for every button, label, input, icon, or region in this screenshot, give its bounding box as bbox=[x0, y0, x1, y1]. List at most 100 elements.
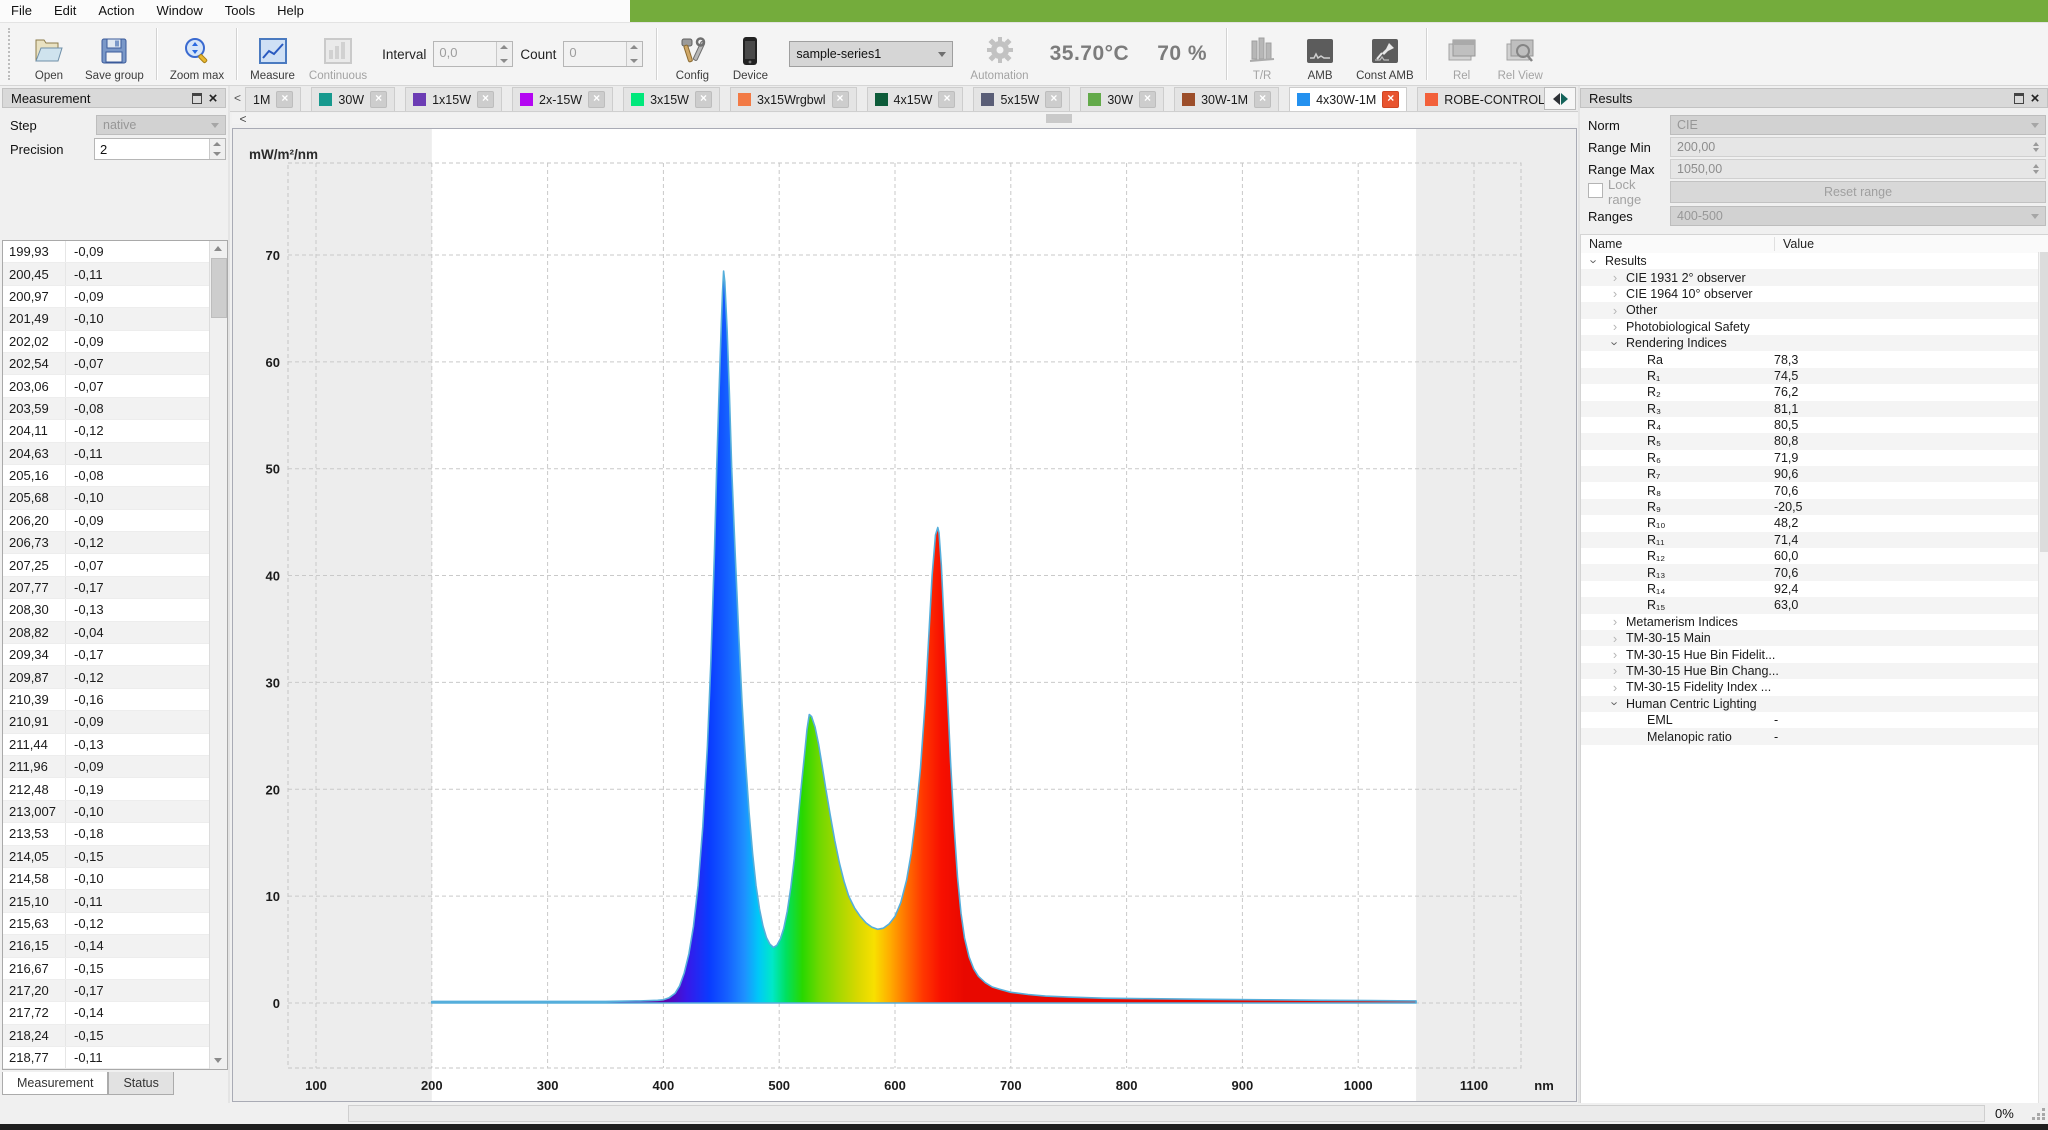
tab-30w[interactable]: 30W× bbox=[1080, 87, 1164, 111]
tree-item-metamerism-indices[interactable]: ›Metamerism Indices bbox=[1581, 614, 2048, 630]
tab-robe-control-236-[interactable]: ROBE-CONTROL-236-× bbox=[1417, 87, 1544, 111]
measurement-row[interactable]: 210,39-0,16 bbox=[3, 689, 210, 711]
series-select[interactable]: sample-series1 bbox=[789, 41, 953, 67]
measurement-row[interactable]: 219,29-0,10 bbox=[3, 1069, 210, 1070]
spinner-arrows-icon[interactable] bbox=[2033, 164, 2039, 174]
tree-item-photobiological-safety[interactable]: ›Photobiological Safety bbox=[1581, 319, 2048, 335]
count-input[interactable]: 0 bbox=[563, 41, 643, 67]
continuous-button[interactable]: Continuous bbox=[302, 24, 374, 84]
save-group-button[interactable]: Save group bbox=[78, 24, 151, 84]
ranges-select[interactable]: 400-500 bbox=[1670, 206, 2046, 226]
panel-splitter[interactable] bbox=[228, 86, 230, 1124]
measurement-row[interactable]: 213,007-0,10 bbox=[3, 801, 210, 823]
measurement-row[interactable]: 218,77-0,11 bbox=[3, 1047, 210, 1069]
tr-button[interactable]: T/R bbox=[1233, 24, 1291, 84]
tab-close-button[interactable]: × bbox=[1254, 91, 1271, 108]
const-amb-button[interactable]: Const AMB bbox=[1349, 24, 1421, 84]
tab-close-button[interactable]: × bbox=[832, 91, 849, 108]
measurement-row[interactable]: 214,05-0,15 bbox=[3, 846, 210, 868]
open-button[interactable]: Open bbox=[20, 24, 78, 84]
chevron-collapsed-icon[interactable]: › bbox=[1608, 647, 1622, 662]
rel-button[interactable]: Rel bbox=[1433, 24, 1491, 84]
menu-edit[interactable]: Edit bbox=[43, 0, 87, 22]
spinner-arrows-icon[interactable] bbox=[2033, 142, 2039, 152]
range-max-input[interactable]: 1050,00 bbox=[1670, 159, 2046, 179]
tree-item-other[interactable]: ›Other bbox=[1581, 302, 2048, 318]
tree-item-r-[interactable]: R₅80,8 bbox=[1581, 433, 2048, 449]
tree-item-r-[interactable]: R₂76,2 bbox=[1581, 384, 2048, 400]
tab-close-button[interactable]: × bbox=[1139, 91, 1156, 108]
scrollbar-thumb[interactable] bbox=[211, 258, 227, 318]
amb-button[interactable]: AMB bbox=[1291, 24, 1349, 84]
tree-item-r-[interactable]: R₁₁71,4 bbox=[1581, 532, 2048, 548]
step-select[interactable]: native bbox=[96, 115, 226, 135]
tab-3x15w[interactable]: 3x15W× bbox=[623, 87, 720, 111]
scrollbar-thumb[interactable] bbox=[2040, 252, 2048, 552]
measurement-row[interactable]: 208,82-0,04 bbox=[3, 622, 210, 644]
tab-scroll-left-icon[interactable]: < bbox=[232, 91, 245, 107]
tree-item-r-[interactable]: R₁74,5 bbox=[1581, 368, 2048, 384]
tree-item-tm-30-15-hue-bin-chang-[interactable]: ›TM-30-15 Hue Bin Chang... bbox=[1581, 663, 2048, 679]
tab-1m[interactable]: 1M× bbox=[245, 87, 301, 111]
spectral-chart[interactable]: 0102030405060701002003004005006007008009… bbox=[232, 128, 1577, 1102]
chevron-collapsed-icon[interactable]: › bbox=[1608, 663, 1622, 678]
measurement-row[interactable]: 199,93-0,09 bbox=[3, 241, 210, 263]
measurement-row[interactable]: 205,68-0,10 bbox=[3, 487, 210, 509]
measurement-row[interactable]: 215,63-0,12 bbox=[3, 913, 210, 935]
chevron-collapsed-icon[interactable]: › bbox=[1608, 286, 1622, 301]
tree-item-ra[interactable]: Ra78,3 bbox=[1581, 351, 2048, 367]
config-button[interactable]: Config bbox=[663, 24, 721, 84]
measurement-row[interactable]: 216,15-0,14 bbox=[3, 935, 210, 957]
tree-item-tm-30-15-main[interactable]: ›TM-30-15 Main bbox=[1581, 630, 2048, 646]
measurement-row[interactable]: 200,45-0,11 bbox=[3, 263, 210, 285]
tab-3x15wrgbwl[interactable]: 3x15Wrgbwl× bbox=[730, 87, 857, 111]
measurement-row[interactable]: 206,20-0,09 bbox=[3, 510, 210, 532]
automation-button[interactable]: Automation bbox=[963, 24, 1035, 84]
chevron-collapsed-icon[interactable]: › bbox=[1608, 631, 1622, 646]
menu-file[interactable]: File bbox=[0, 0, 43, 22]
toolbar-drag-handle[interactable] bbox=[8, 28, 14, 80]
scroll-up-icon[interactable] bbox=[210, 241, 227, 257]
measurement-row[interactable]: 202,02-0,09 bbox=[3, 331, 210, 353]
measurement-row[interactable]: 203,06-0,07 bbox=[3, 375, 210, 397]
measurement-row[interactable]: 213,53-0,18 bbox=[3, 823, 210, 845]
zoom-max-button[interactable]: Zoom max bbox=[163, 24, 231, 84]
tab-status[interactable]: Status bbox=[108, 1072, 173, 1095]
tab-4x15w[interactable]: 4x15W× bbox=[867, 87, 964, 111]
interval-input[interactable]: 0,0 bbox=[433, 41, 513, 67]
chevron-collapsed-icon[interactable]: › bbox=[1608, 680, 1622, 695]
tab-5x15w[interactable]: 5x15W× bbox=[973, 87, 1070, 111]
tab-measurement[interactable]: Measurement bbox=[2, 1072, 108, 1095]
measurement-row[interactable]: 200,97-0,09 bbox=[3, 286, 210, 308]
menu-tools[interactable]: Tools bbox=[214, 0, 266, 22]
measurement-row[interactable]: 202,54-0,07 bbox=[3, 353, 210, 375]
measurement-table-scrollbar[interactable] bbox=[209, 241, 227, 1069]
tree-item-melanopic-ratio[interactable]: Melanopic ratio- bbox=[1581, 728, 2048, 744]
tab-scroll-buttons[interactable] bbox=[1544, 87, 1576, 110]
chart-collapse-button[interactable]: < bbox=[236, 112, 250, 126]
measurement-row[interactable]: 204,63-0,11 bbox=[3, 443, 210, 465]
float-panel-button[interactable] bbox=[2011, 91, 2027, 106]
menu-action[interactable]: Action bbox=[87, 0, 145, 22]
measurement-row[interactable]: 217,20-0,17 bbox=[3, 980, 210, 1002]
measurement-row[interactable]: 210,91-0,09 bbox=[3, 711, 210, 733]
tab-close-button[interactable]: × bbox=[695, 91, 712, 108]
tree-item-r-[interactable]: R₃81,1 bbox=[1581, 401, 2048, 417]
tree-item-rendering-indices[interactable]: ›Rendering Indices bbox=[1581, 335, 2048, 351]
tree-item-r-[interactable]: R₁₃70,6 bbox=[1581, 564, 2048, 580]
tab-30w-1m[interactable]: 30W-1M× bbox=[1174, 87, 1279, 111]
chevron-collapsed-icon[interactable]: › bbox=[1608, 614, 1622, 629]
lock-range-checkbox[interactable] bbox=[1580, 183, 1608, 201]
scrollbar-thumb[interactable] bbox=[1046, 114, 1072, 123]
chevron-collapsed-icon[interactable]: › bbox=[1608, 319, 1622, 334]
chevron-expanded-icon[interactable]: › bbox=[1608, 697, 1623, 711]
precision-spinner-arrows-icon[interactable] bbox=[209, 139, 225, 159]
tree-item-cie-1964-10-observer[interactable]: ›CIE 1964 10° observer bbox=[1581, 286, 2048, 302]
measurement-row[interactable]: 206,73-0,12 bbox=[3, 532, 210, 554]
tab-2x-15w[interactable]: 2x-15W× bbox=[512, 87, 613, 111]
measurement-row[interactable]: 211,44-0,13 bbox=[3, 734, 210, 756]
tree-item-r-[interactable]: R₆71,9 bbox=[1581, 450, 2048, 466]
resize-grip-icon[interactable] bbox=[2032, 1106, 2046, 1123]
tab-close-button[interactable]: × bbox=[276, 91, 293, 108]
measurement-row[interactable]: 205,16-0,08 bbox=[3, 465, 210, 487]
